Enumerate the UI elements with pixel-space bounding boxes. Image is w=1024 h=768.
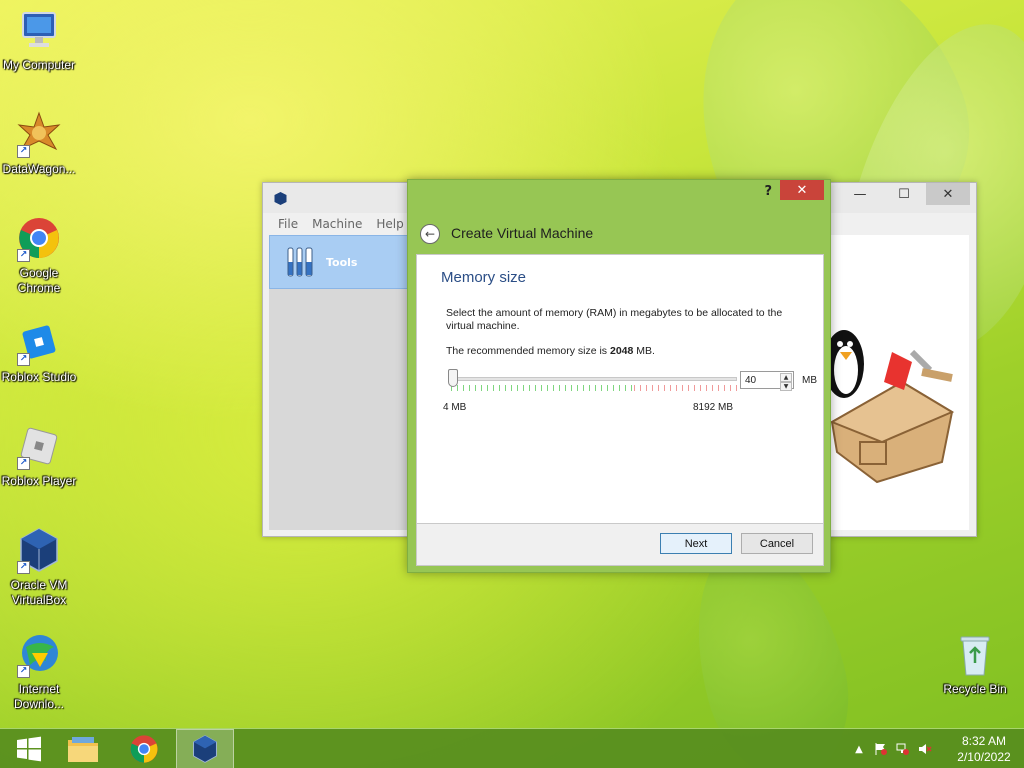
slider-track[interactable] (451, 377, 737, 381)
file-explorer-icon (68, 737, 98, 762)
datawagon-icon: ↗ (15, 110, 63, 158)
taskbar: ▲ 8:32 AM 2/10/2022 (0, 728, 1024, 768)
help-button[interactable]: ? (764, 184, 772, 199)
clock-date: 2/10/2022 (957, 750, 1011, 764)
spin-down-icon[interactable]: ▼ (780, 382, 792, 391)
taskbar-virtualbox[interactable] (176, 729, 234, 768)
shortcut-arrow-icon: ↗ (17, 249, 30, 262)
roblox-player-icon: ↗ (15, 422, 63, 470)
virtualbox-icon: ↗ (15, 526, 63, 574)
tools-icon (287, 247, 313, 277)
slider-ticks (451, 385, 737, 391)
desktop-icon-label: Roblox Player (1, 474, 77, 488)
desktop-icon-virtualbox[interactable]: ↗ Oracle VM VirtualBox (0, 526, 78, 608)
desktop-icon-my-computer[interactable]: My Computer (0, 6, 78, 73)
wizard-page: Memory size Select the amount of memory … (416, 254, 824, 524)
desktop-icon-chrome[interactable]: ↗ Google Chrome (0, 214, 78, 296)
taskbar-chrome[interactable] (115, 729, 173, 768)
close-button[interactable]: ✕ (780, 180, 824, 200)
dialog-button-bar: Next Cancel (416, 524, 824, 566)
desktop-icon-datawagon[interactable]: ↗ DataWagon... (0, 110, 78, 177)
taskbar-file-explorer[interactable] (54, 729, 112, 768)
desktop-icon-roblox-studio[interactable]: ↗ Roblox Studio (0, 318, 78, 385)
create-vm-dialog[interactable]: ? ✕ ← Create Virtual Machine Memory size… (407, 179, 831, 573)
recommended-prefix: The recommended memory size is (446, 345, 608, 357)
action-center-flag-icon[interactable] (870, 729, 892, 768)
slider-min-label: 4 MB (443, 402, 467, 413)
start-icon (17, 736, 41, 762)
recycle-bin-icon (951, 630, 999, 678)
start-button[interactable] (0, 729, 58, 768)
tools-label: Tools (326, 255, 358, 269)
menu-help[interactable]: Help (369, 217, 410, 231)
slider-thumb[interactable] (448, 369, 458, 387)
slider-max-label: 8192 MB (693, 402, 734, 413)
desktop-icon-roblox-player[interactable]: ↗ Roblox Player (0, 422, 78, 489)
machine-list-panel: Tools (269, 235, 409, 530)
memory-unit-label: MB (802, 375, 817, 386)
virtualbox-icon (274, 192, 287, 205)
menu-file[interactable]: File (271, 217, 305, 231)
manager-menu-bar: File Machine Help (271, 217, 411, 231)
desktop-icon-label: Oracle VM VirtualBox (10, 578, 68, 607)
desktop-icon-label: My Computer (2, 58, 76, 72)
dialog-title: Create Virtual Machine (451, 225, 594, 241)
desktop-icon-recycle-bin[interactable]: Recycle Bin (936, 630, 1014, 697)
page-heading: Memory size (441, 269, 527, 286)
back-arrow-icon[interactable]: ← (420, 224, 440, 244)
shortcut-arrow-icon: ↗ (17, 457, 30, 470)
computer-icon (15, 6, 63, 54)
memory-slider[interactable] (447, 369, 737, 393)
desktop-icon-label: Google Chrome (17, 266, 61, 295)
volume-muted-icon[interactable] (914, 729, 936, 768)
desktop-icon-internet-download-manager[interactable]: ↗ Internet Downlo... (0, 630, 78, 712)
clock-time: 8:32 AM (961, 734, 1007, 748)
chrome-icon (130, 735, 158, 763)
show-hidden-icons-icon[interactable]: ▲ (848, 729, 870, 768)
internet-download-manager-icon: ↗ (15, 630, 63, 678)
shortcut-arrow-icon: ↗ (17, 561, 30, 574)
desktop-icon-label: DataWagon... (2, 162, 76, 176)
network-icon[interactable] (892, 729, 914, 768)
minimize-button[interactable]: — (838, 183, 882, 205)
desktop-icon-label: Roblox Studio (1, 370, 77, 384)
maximize-button[interactable]: ☐ (882, 183, 926, 205)
virtualbox-mascot-image (824, 330, 955, 484)
spin-up-icon[interactable]: ▲ (780, 373, 792, 382)
next-button[interactable]: Next (660, 533, 732, 554)
memory-size-input[interactable] (741, 372, 779, 389)
slider-unsafe-range (634, 385, 737, 391)
page-description: Select the amount of memory (RAM) in meg… (446, 307, 783, 332)
virtualbox-icon (193, 735, 217, 763)
shortcut-arrow-icon: ↗ (17, 665, 30, 678)
cancel-button[interactable]: Cancel (741, 533, 813, 554)
desktop-icon-label: Recycle Bin (943, 682, 1007, 696)
menu-machine[interactable]: Machine (305, 217, 369, 231)
recommended-memory-text: The recommended memory size is 2048 MB. (446, 345, 655, 357)
close-button[interactable]: ✕ (926, 183, 970, 205)
system-tray: ▲ 8:32 AM 2/10/2022 (848, 729, 1024, 768)
chrome-icon: ↗ (15, 214, 63, 262)
shortcut-arrow-icon: ↗ (17, 145, 30, 158)
slider-safe-range (451, 385, 634, 391)
shortcut-arrow-icon: ↗ (17, 353, 30, 366)
tools-item[interactable]: Tools (269, 235, 409, 289)
memory-size-spinbox[interactable]: ▲ ▼ (740, 371, 794, 391)
recommended-value: 2048 (609, 345, 634, 357)
recommended-suffix: MB. (636, 345, 655, 357)
desktop-icon-label: Internet Downlo... (13, 682, 65, 711)
taskbar-clock[interactable]: 8:32 AM 2/10/2022 (944, 733, 1024, 765)
roblox-studio-icon: ↗ (15, 318, 63, 366)
